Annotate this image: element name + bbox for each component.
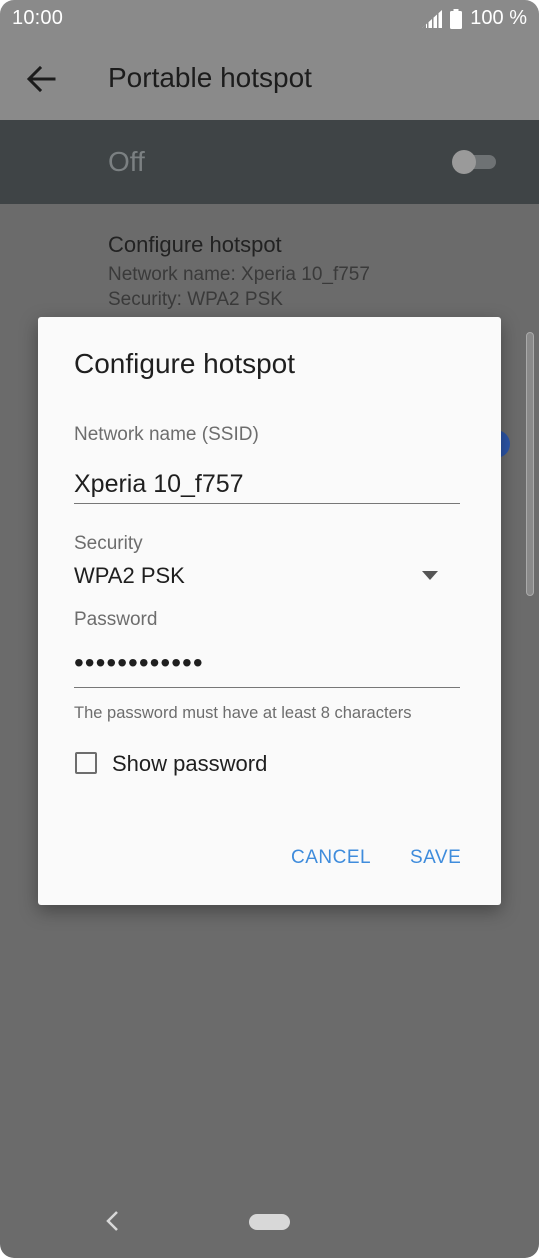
configure-network-line: Network name: Xperia 10_f757 xyxy=(108,264,370,285)
ssid-label: Network name (SSID) xyxy=(74,424,259,445)
security-value: WPA2 PSK xyxy=(74,563,185,588)
password-underline xyxy=(74,687,460,688)
hotspot-master-switch-row[interactable]: Off xyxy=(0,120,539,204)
ssid-underline xyxy=(74,503,460,504)
password-helper-text: The password must have at least 8 charac… xyxy=(74,704,412,722)
toggle-thumb xyxy=(452,150,476,174)
status-indicators: 100 % xyxy=(422,7,527,30)
status-bar: 10:00 100 % xyxy=(0,0,539,38)
battery-percent: 100 % xyxy=(470,7,527,29)
cancel-button[interactable]: CANCEL xyxy=(291,847,371,869)
nav-back-icon[interactable] xyxy=(104,1210,120,1232)
configure-hotspot-title: Configure hotspot xyxy=(108,232,282,257)
configure-security-line: Security: WPA2 PSK xyxy=(108,289,283,310)
page-title: Portable hotspot xyxy=(108,62,312,93)
scrollbar[interactable] xyxy=(526,332,534,596)
password-label: Password xyxy=(74,609,158,630)
show-password-checkbox[interactable] xyxy=(75,752,97,774)
save-button[interactable]: SAVE xyxy=(410,847,461,869)
phone-screen: 10:00 100 % Portable hotspot Off Configu… xyxy=(0,0,539,1258)
show-password-label[interactable]: Show password xyxy=(112,751,267,777)
security-label: Security xyxy=(74,533,143,554)
battery-icon xyxy=(450,8,463,29)
configure-hotspot-dialog: Configure hotspot Network name (SSID) Se… xyxy=(38,317,501,905)
hotspot-toggle[interactable] xyxy=(452,150,498,174)
security-dropdown[interactable]: WPA2 PSK xyxy=(74,559,444,593)
dropdown-arrow-icon[interactable] xyxy=(422,571,438,581)
dialog-title: Configure hotspot xyxy=(74,348,296,379)
password-input[interactable]: •••••••••••• xyxy=(74,647,460,683)
back-arrow-icon[interactable] xyxy=(26,64,56,94)
signal-icon xyxy=(422,9,443,28)
nav-home-pill[interactable] xyxy=(249,1214,290,1230)
ssid-input[interactable] xyxy=(74,465,460,503)
app-bar: Portable hotspot xyxy=(0,38,539,120)
status-time: 10:00 xyxy=(12,7,64,29)
master-switch-label: Off xyxy=(108,146,145,177)
